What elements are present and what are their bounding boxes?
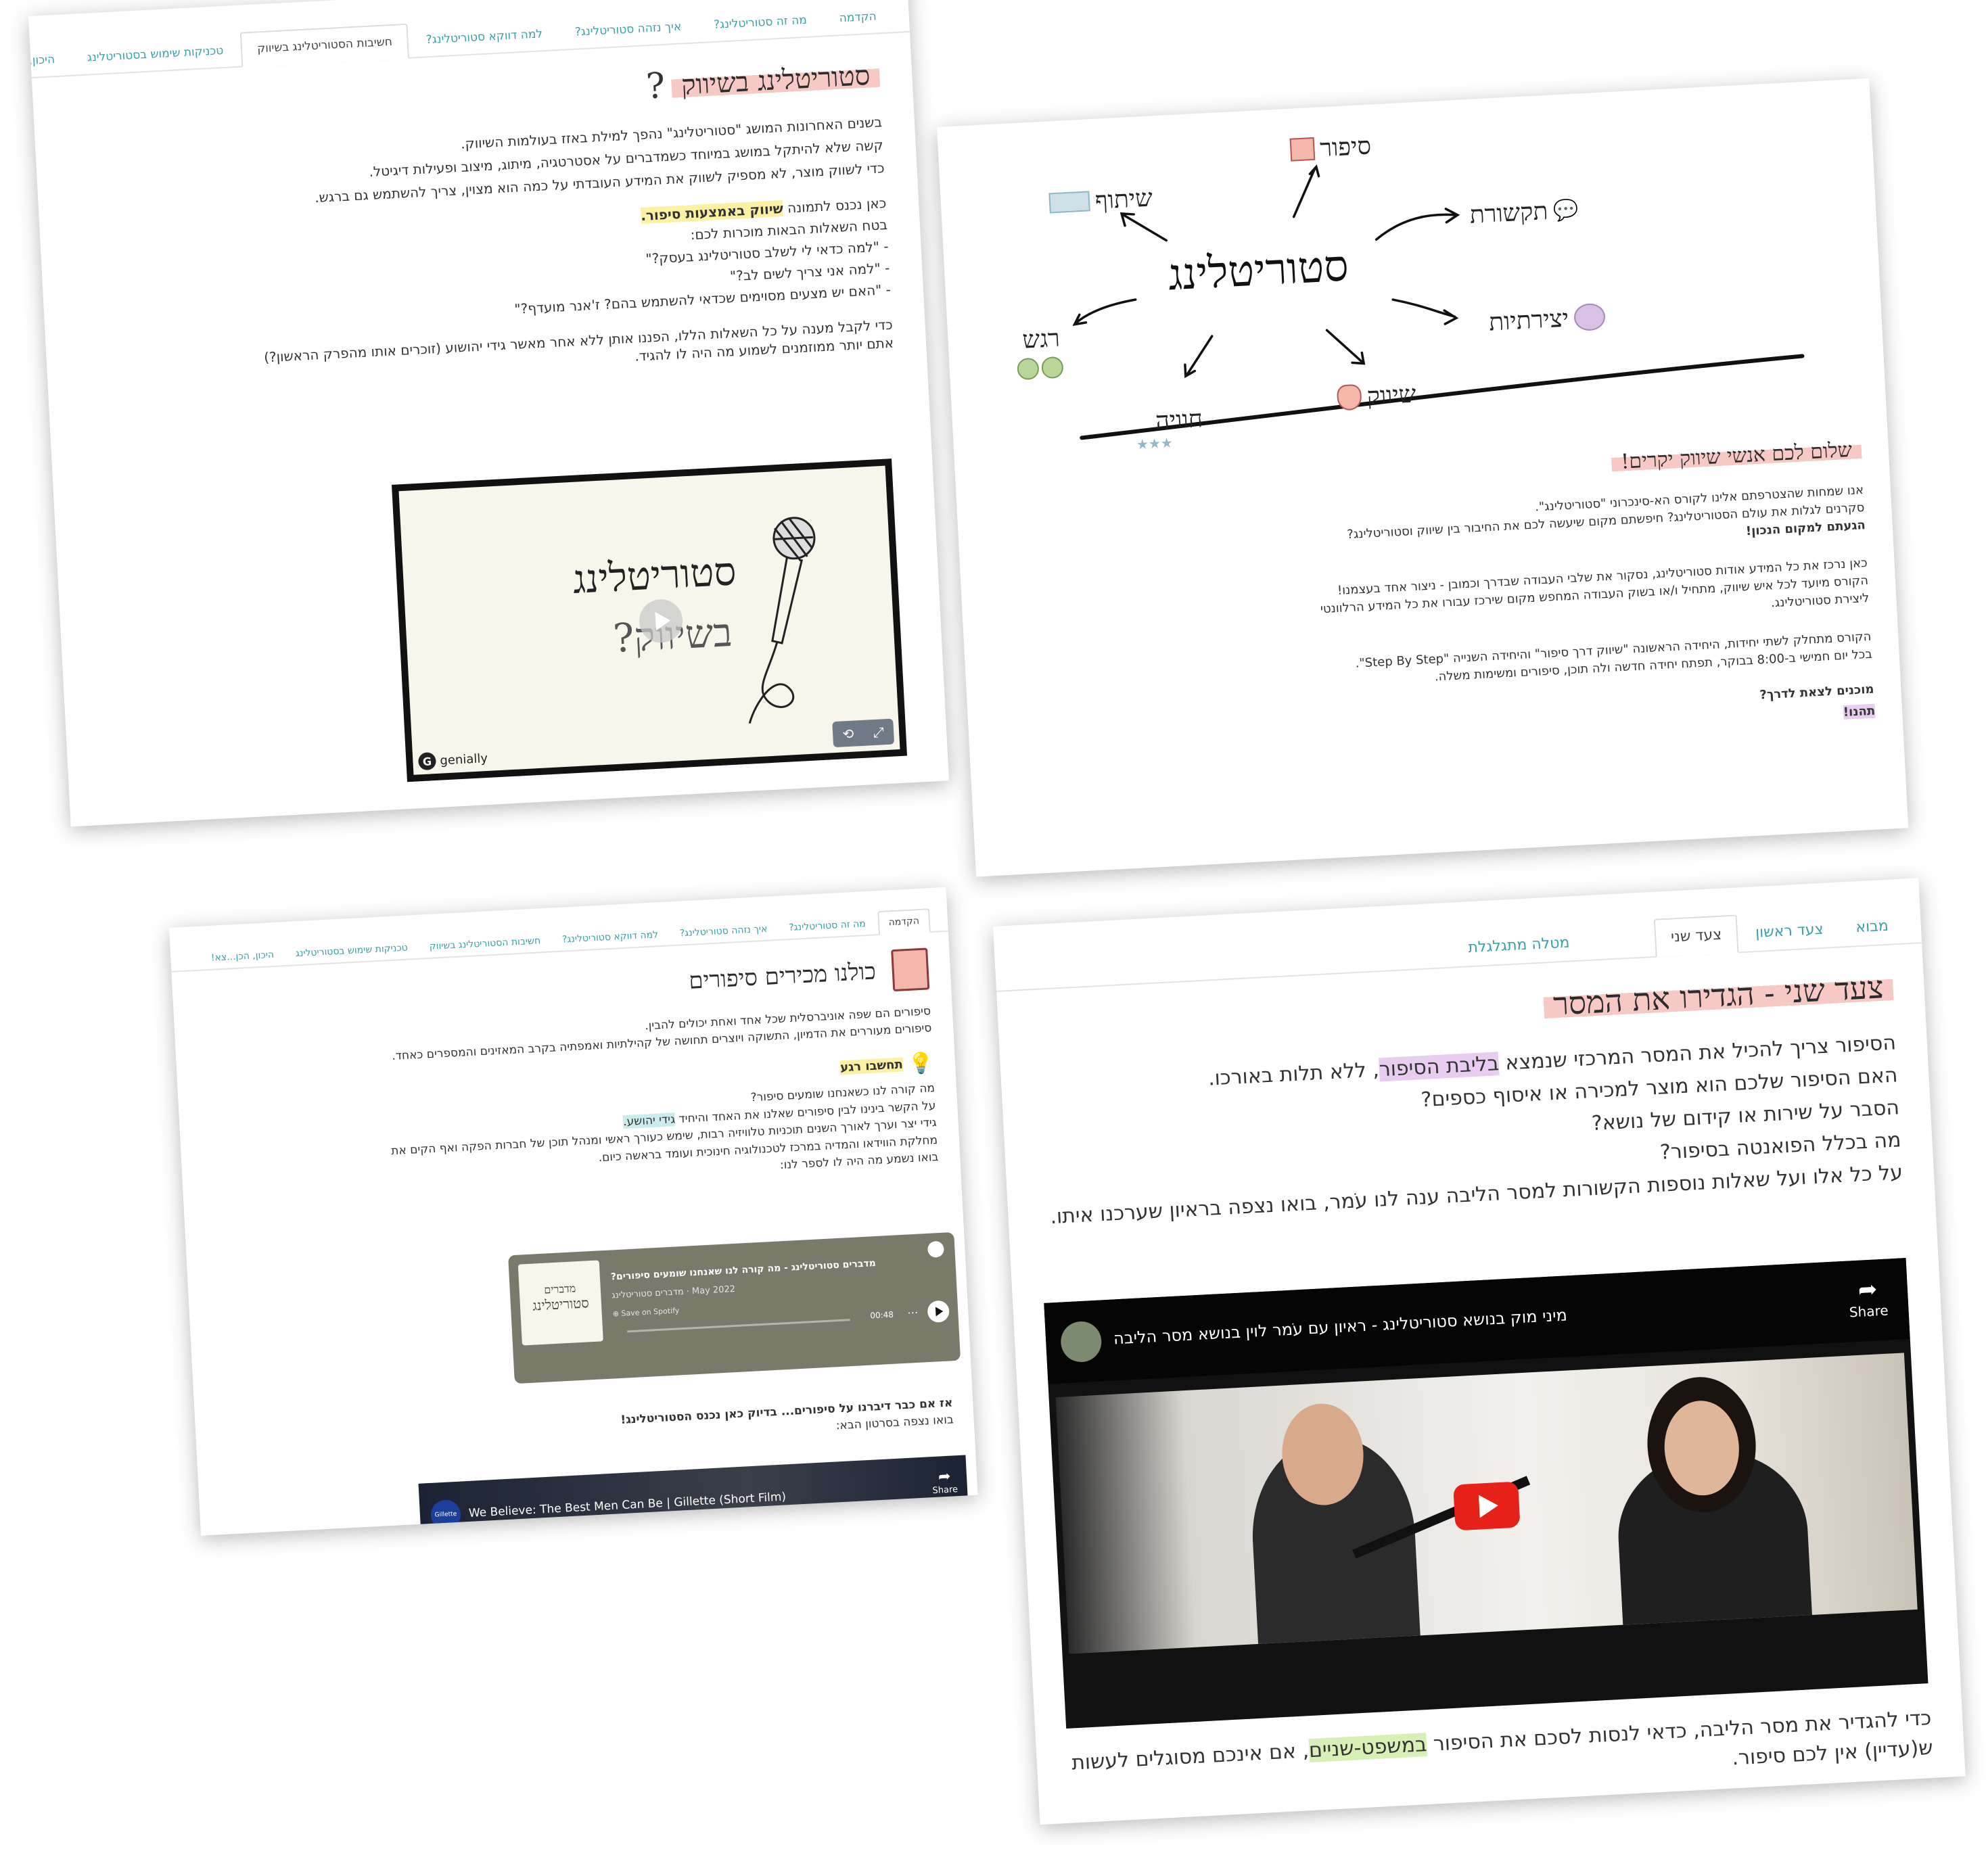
tab-identify[interactable]: איך נזהה סטוריטלינג?: [559, 9, 697, 49]
branch-emotion: רגש: [1017, 324, 1064, 381]
branch-story: סיפור: [1289, 131, 1372, 164]
tab-why[interactable]: למה דווקא סטוריטלינג?: [411, 17, 559, 57]
lightbulb-icon: 💡: [907, 1051, 934, 1077]
share-button[interactable]: ➦ Share: [931, 1468, 958, 1496]
progress-bar[interactable]: [627, 1319, 850, 1333]
save-on-spotify[interactable]: ⊕ Save on Spotify: [612, 1306, 679, 1318]
play-button[interactable]: [927, 1300, 950, 1323]
branch-sharing: שיתוף: [1048, 183, 1153, 217]
episode-title: מדברים סטוריטלינג - מה קורה לנו שאנחנו ש…: [610, 1258, 877, 1283]
page-title: כולנו מכירים סיפורים: [688, 958, 877, 995]
page-title: סטוריטלינג בשיווק: [670, 58, 881, 101]
branch-experience: חוויה ★★★: [1136, 405, 1204, 453]
mind-map-arrows: [1072, 164, 1805, 440]
fullscreen-icon[interactable]: ⤢: [873, 724, 884, 741]
spotify-icon: [927, 1240, 945, 1258]
channel-avatar: Gillette: [430, 1499, 462, 1530]
panel-marketing-storytelling: הקדמה מה זה סטוריטלינג? איך נזהה סטוריטל…: [28, 0, 950, 827]
tab-step-two[interactable]: צעד שני: [1653, 914, 1739, 958]
highlight-story-marketing: שיווק באמצעות סיפור.: [640, 200, 784, 225]
panel-step-two: מבוא צעד ראשון צעד שני מטלה מתגלגלת צעד …: [993, 878, 1966, 1825]
share-icon[interactable]: ⟲: [842, 726, 854, 743]
branch-creativity: יצירתיות: [1488, 302, 1607, 337]
tab-step-one[interactable]: צעד ראשון: [1740, 911, 1839, 952]
tab-ready[interactable]: היכון, הכן...צא!: [201, 943, 284, 969]
book-icon: [1289, 137, 1316, 162]
tab-rolling-task[interactable]: מטלה מתגלגלת: [1452, 924, 1586, 966]
money-bag-icon: [1336, 383, 1362, 411]
question-mark-icon: ?: [645, 65, 666, 108]
highlight-core: בליבת הסיפור: [1378, 1052, 1500, 1082]
share-button[interactable]: ➦ Share: [1847, 1275, 1889, 1320]
genially-embed[interactable]: סטוריטלינג בשיווק? G genially ⟲ ⤢: [391, 459, 908, 782]
more-icon[interactable]: ⋯: [907, 1306, 919, 1319]
spotify-embed[interactable]: מדברים סטוריטלינג מדברים סטוריטלינג - מה…: [508, 1232, 961, 1384]
podcast-cover: מדברים סטוריטלינג: [517, 1260, 603, 1346]
faces-icon: [1017, 356, 1064, 381]
panel-welcome: סטוריטלינג סיפור תקשורת 💬 יצירתיות שיווק…: [937, 78, 1909, 877]
welcome-title: שלום לכם אנשי שיווק יקרים!: [1611, 438, 1862, 475]
video-title[interactable]: We Believe: The Best Men Can Be | Gillet…: [468, 1490, 786, 1520]
branch-marketing: שיווק: [1336, 380, 1416, 413]
branch-communication: תקשורת 💬: [1469, 197, 1579, 229]
page-title: צעד שני - הגדירו את המסר: [1542, 968, 1894, 1023]
genially-logo: G genially: [417, 749, 488, 771]
people-icon: [1048, 191, 1090, 214]
tab-intro[interactable]: מבוא: [1840, 908, 1904, 947]
embed-title-line1: סטוריטלינג: [571, 548, 738, 603]
brain-icon: [1573, 302, 1607, 332]
highlight-sentence: במשפט-שניים: [1308, 1733, 1428, 1763]
genially-icon: G: [417, 751, 437, 771]
youtube-embed-interview[interactable]: מיני מוק בנושא סטוריטלינג - ראיון עם עֹמ…: [1044, 1258, 1929, 1729]
embed-controls: ⟲ ⤢: [832, 718, 895, 748]
play-button[interactable]: [1453, 1481, 1521, 1531]
panel-we-know-stories: הקדמה מה זה סטוריטלינג? איך נזהה סטוריטל…: [169, 887, 978, 1536]
book-icon: [891, 947, 930, 992]
youtube-embed-gillette[interactable]: Gillette We Believe: The Best Men Can Be…: [418, 1455, 970, 1536]
speech-bubbles-icon: 💬: [1552, 197, 1579, 222]
gidi-name: גידי יהושע.: [622, 1112, 676, 1129]
tab-ready[interactable]: היכון, הכן...צא!: [28, 43, 70, 80]
episode-meta: May 2022 · מדברים סטוריטלינג: [611, 1284, 736, 1301]
tab-what-is[interactable]: מה זה סטוריטלינג?: [698, 3, 823, 42]
mind-map: סטוריטלינג סיפור תקשורת 💬 יצירתיות שיווק…: [937, 78, 1887, 479]
tab-what-is[interactable]: מה זה סטוריטלינג?: [779, 912, 876, 939]
tab-intro[interactable]: הקדמה: [877, 908, 931, 936]
episode-time: 00:48: [870, 1309, 894, 1321]
microphone-icon: [748, 517, 816, 724]
think-label: תחשבו רגע: [839, 1057, 904, 1075]
mind-map-center: סטוריטלינג: [1167, 241, 1350, 301]
tab-intro[interactable]: הקדמה: [823, 0, 892, 35]
